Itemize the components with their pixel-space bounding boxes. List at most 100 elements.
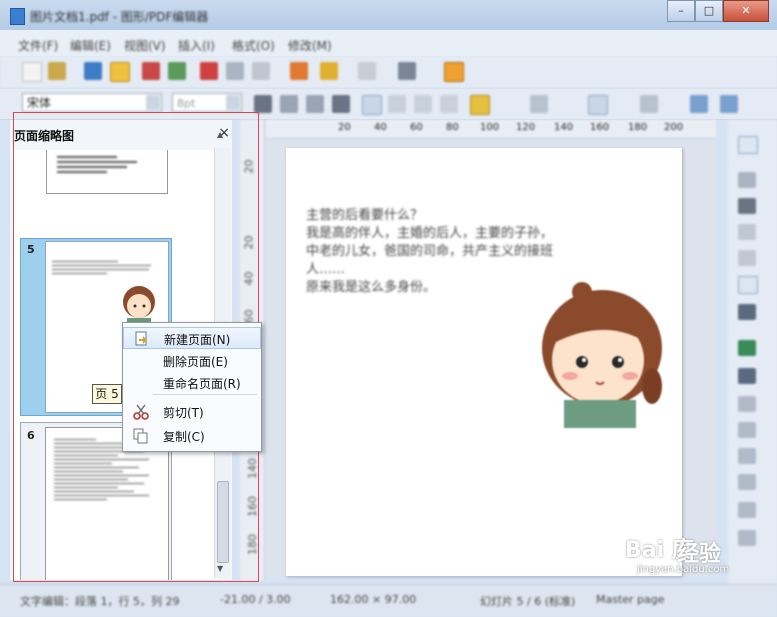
arrow-icon[interactable]: [738, 198, 756, 214]
chevron-down-icon[interactable]: [146, 95, 160, 110]
copy-icon: [133, 428, 148, 444]
thumbnail-number: 5: [27, 243, 35, 256]
ruler-tick-label: 140: [554, 122, 574, 133]
arrange-icon[interactable]: [690, 95, 708, 113]
align-right-icon[interactable]: [414, 95, 432, 113]
document-page[interactable]: 主营的后看要什么？ 我是高的伴人，主婚的后人，主要的子孙， 中老的儿女，爸国的司…: [286, 148, 682, 576]
document-canvas[interactable]: 主营的后看要什么？ 我是高的伴人，主婚的后人，主要的子孙， 中老的儿女，爸国的司…: [266, 140, 716, 576]
menu-item-new-page[interactable]: 新建页面(N): [123, 327, 261, 349]
minimize-button[interactable]: –: [667, 0, 695, 22]
menu-item-cut[interactable]: 剪切(T): [123, 401, 261, 423]
callouts-icon[interactable]: [738, 502, 756, 518]
ellipse-icon[interactable]: [738, 250, 756, 266]
scroll-down-icon[interactable]: ▼: [217, 564, 223, 573]
ruler-tick-label: 180: [246, 534, 259, 555]
symbol-shapes-icon[interactable]: [738, 422, 756, 438]
girl-illustration-icon[interactable]: [532, 278, 672, 428]
ruler-tick-label: 160: [590, 122, 610, 133]
line-icon[interactable]: [738, 172, 756, 188]
menu-item-label: 新建页面(N): [164, 333, 231, 347]
save-icon[interactable]: [84, 62, 102, 80]
gallery-icon[interactable]: [444, 62, 464, 82]
flowchart-icon[interactable]: [738, 474, 756, 490]
status-text: 文字编辑：段落 1，行 5，列 29: [20, 595, 180, 608]
document-text-line[interactable]: 主营的后看要什么？: [306, 204, 423, 223]
justify-icon[interactable]: [440, 95, 458, 113]
menu-file[interactable]: 文件(F): [18, 37, 58, 54]
table-icon[interactable]: [640, 95, 658, 113]
horizontal-ruler: 20 40 60 80 100 120 140 160 180 200: [266, 120, 716, 139]
status-bar: 文字编辑：段落 1，行 5，列 29 -21.00 / 3.00 162.00 …: [0, 584, 777, 617]
document-text-line[interactable]: 我是高的伴人，主婚的后人，主要的子孙，: [306, 222, 553, 241]
chevron-down-icon[interactable]: [226, 95, 240, 110]
shapes-icon[interactable]: [738, 396, 756, 412]
curve-icon[interactable]: [738, 340, 756, 356]
document-text-line[interactable]: 人……: [306, 258, 345, 277]
status-position: -21.00 / 3.00: [220, 593, 291, 606]
text-icon[interactable]: [738, 276, 758, 294]
thumbnail-number: 6: [27, 429, 35, 442]
menu-view[interactable]: 视图(V): [124, 37, 166, 54]
shadow-icon[interactable]: [306, 95, 324, 113]
menu-item-rename-page[interactable]: 重命名页面(R): [123, 372, 261, 394]
ruler-tick-label: 20: [242, 235, 256, 250]
menu-modify[interactable]: 修改(M): [288, 37, 332, 54]
export-pdf-icon[interactable]: [142, 62, 160, 80]
points-icon[interactable]: [738, 368, 756, 384]
grid-icon[interactable]: [588, 95, 608, 115]
edit-file-icon[interactable]: [110, 62, 130, 82]
document-text-line[interactable]: 中老的儿女，爸国的司命，共产主义的接班: [306, 240, 553, 259]
close-window-button[interactable]: ✕: [723, 0, 769, 22]
panel-header: 页面缩略图 ×: [10, 120, 232, 148]
rotate-icon[interactable]: [720, 95, 738, 113]
cut-icon[interactable]: [200, 62, 218, 80]
drawing-toolbar: [728, 120, 777, 586]
highlight-icon[interactable]: [470, 95, 490, 115]
font-color-icon[interactable]: [332, 95, 350, 113]
italic-icon[interactable]: [280, 95, 298, 113]
new-page-icon: [135, 331, 147, 346]
print-icon[interactable]: [168, 62, 186, 80]
window-controls: – □ ✕: [667, 0, 769, 22]
redo-icon[interactable]: [358, 62, 376, 80]
menu-item-delete-page[interactable]: 删除页面(E): [123, 350, 261, 372]
watermark: Bai 度 经验 jingyan.baidu.com: [597, 530, 767, 580]
paste-icon[interactable]: [252, 62, 270, 80]
rectangle-icon[interactable]: [738, 224, 756, 240]
font-name-field[interactable]: 宋体: [22, 93, 162, 112]
menu-edit[interactable]: 编辑(E): [70, 37, 111, 54]
menu-separator: [153, 394, 257, 395]
connector-icon[interactable]: [738, 304, 756, 320]
ruler-tick-label: 180: [628, 122, 648, 133]
ruler-tick-label: 120: [516, 122, 536, 133]
undo-icon[interactable]: [320, 62, 338, 80]
bold-icon[interactable]: [254, 95, 272, 113]
ruler-tick-label: 20: [338, 122, 351, 133]
menu-item-copy[interactable]: 复制(C): [123, 425, 261, 447]
document-text-line[interactable]: 原来我是这么多身份。: [306, 276, 436, 295]
font-name-value: 宋体: [27, 96, 52, 110]
clone-format-icon[interactable]: [290, 62, 308, 80]
align-left-icon[interactable]: [362, 95, 382, 115]
watermark-url: jingyan.baidu.com: [637, 564, 730, 575]
block-arrows-icon[interactable]: [738, 448, 756, 464]
thumbnail-page-4[interactable]: [46, 150, 168, 194]
formatting-toolbar: 宋体 8pt: [0, 89, 777, 120]
font-size-field[interactable]: 8pt: [172, 93, 242, 112]
maximize-button[interactable]: □: [695, 0, 723, 22]
list-icon[interactable]: [530, 95, 548, 113]
menu-format[interactable]: 格式(O): [232, 37, 275, 54]
zoom-icon[interactable]: [398, 62, 416, 80]
open-folder-icon[interactable]: [48, 62, 66, 80]
align-center-icon[interactable]: [388, 95, 406, 113]
scroll-up-icon[interactable]: ▲: [217, 130, 223, 139]
menu-insert[interactable]: 插入(I): [178, 37, 215, 54]
ruler-tick-label: 80: [446, 122, 459, 133]
menu-bar: 文件(F) 编辑(E) 视图(V) 插入(I) 格式(O) 修改(M): [0, 30, 777, 56]
select-arrow-icon[interactable]: [738, 136, 758, 154]
new-document-icon[interactable]: [22, 62, 42, 82]
status-master: Master page: [596, 593, 665, 606]
scrollbar-thumb[interactable]: [217, 481, 229, 563]
copy-toolbar-icon[interactable]: [226, 62, 244, 80]
ruler-tick-label: 20: [242, 159, 256, 174]
